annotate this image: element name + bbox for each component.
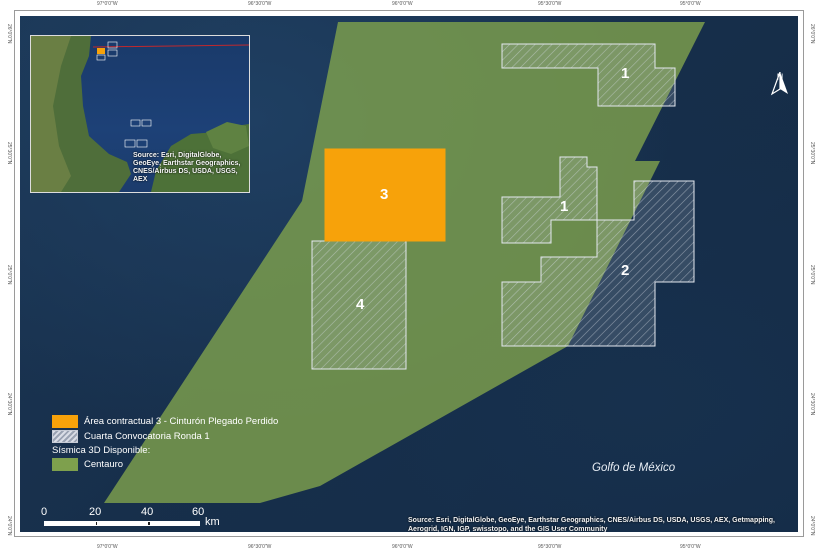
block-2-label: 2 [621, 262, 630, 279]
scale-label-0: 0 [41, 506, 48, 518]
north-arrow-icon [770, 72, 788, 96]
scale-label-60: 60 [192, 506, 205, 518]
right-tick-5: 24°0'0"N [809, 516, 815, 536]
scale-bar: 0 20 40 60 km [41, 506, 284, 532]
legend-contract-area: Área contractual 3 - Cinturón Plegado Pe… [52, 414, 278, 429]
right-tick-1: 26°0'0"N [809, 24, 815, 44]
left-tick-1: 26°0'0"N [6, 24, 12, 44]
bottom-tick-4: 95°30'0"W [538, 544, 562, 550]
gulf-of-mexico-label: Golfo de México [592, 462, 676, 474]
scale-bar-graphic [44, 521, 200, 526]
main-map[interactable]: 3 4 1 1 2 Golfo de México N Source: Esr [20, 16, 798, 532]
top-tick-5: 95°0'0"W [680, 1, 701, 7]
north-arrow: N [770, 72, 790, 96]
bottom-tick-1: 97°0'0"W [97, 544, 118, 550]
scale-label-40: 40 [141, 506, 154, 518]
round-hatch-swatch [52, 430, 78, 443]
centauro-swatch [52, 458, 78, 471]
right-tick-2: 25°30'0"N [809, 142, 815, 165]
block-1-middle-label: 1 [560, 198, 569, 215]
block-1-north-label: 1 [621, 65, 630, 82]
map-attribution: Source: Esri, DigitalGlobe, GeoEye, Eart… [408, 517, 775, 532]
overview-inset-map[interactable]: Source: Esri, DigitalGlobe, GeoEye, Eart… [30, 35, 250, 193]
left-tick-5: 24°0'0"N [6, 516, 12, 536]
bottom-tick-2: 96°30'0"W [248, 544, 272, 550]
right-tick-3: 25°0'0"N [809, 265, 815, 285]
right-tick-4: 24°30'0"N [809, 393, 815, 416]
left-tick-3: 25°0'0"N [6, 265, 12, 285]
left-tick-2: 25°30'0"N [6, 142, 12, 165]
map-legend: Área contractual 3 - Cinturón Plegado Pe… [52, 414, 278, 472]
scale-label-20: 20 [89, 506, 102, 518]
legend-centauro: Centauro [52, 457, 278, 472]
block-4-label: 4 [356, 296, 365, 313]
bottom-tick-5: 95°0'0"W [680, 544, 701, 550]
top-tick-3: 96°0'0"W [392, 1, 413, 7]
legend-round: Cuarta Convocatoria Ronda 1 [52, 429, 278, 444]
inset-attribution: Source: Esri, DigitalGlobe, GeoEye, Eart… [133, 152, 241, 183]
top-tick-2: 96°30'0"W [248, 1, 272, 7]
legend-centauro-label: Centauro [84, 459, 124, 470]
legend-seismic-heading: Sísmica 3D Disponible: [52, 445, 151, 456]
contract-area-swatch [52, 415, 78, 428]
legend-round-label: Cuarta Convocatoria Ronda 1 [84, 431, 210, 442]
top-tick-1: 97°0'0"W [97, 1, 118, 7]
bottom-tick-3: 96°0'0"W [392, 544, 413, 550]
top-tick-4: 95°30'0"W [538, 1, 562, 7]
left-tick-4: 24°30'0"N [6, 393, 12, 416]
scale-unit: km [205, 516, 220, 528]
block-3-label: 3 [380, 186, 389, 203]
legend-contract-label: Área contractual 3 - Cinturón Plegado Pe… [84, 416, 279, 427]
